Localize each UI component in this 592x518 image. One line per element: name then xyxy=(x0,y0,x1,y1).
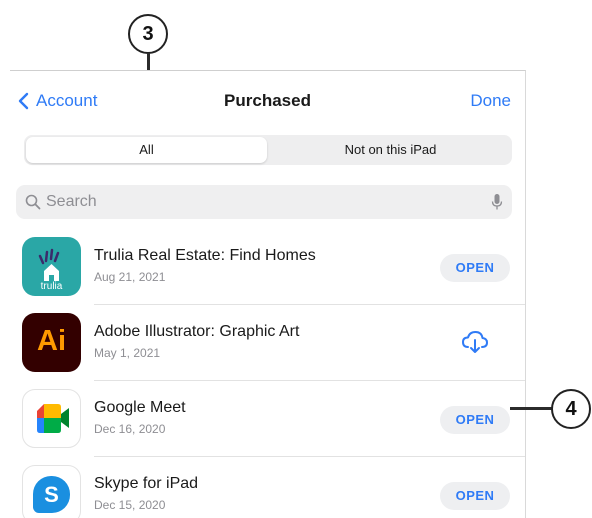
trulia-app-icon: trulia xyxy=(22,237,81,296)
microphone-icon[interactable] xyxy=(491,193,503,211)
app-name: Google Meet xyxy=(94,399,186,416)
app-date: Aug 21, 2021 xyxy=(94,270,166,284)
illustrator-logo-text: Ai xyxy=(37,325,66,357)
page-title: Purchased xyxy=(224,91,311,110)
segmented-control: All Not on this iPad xyxy=(24,135,512,165)
done-button[interactable]: Done xyxy=(470,91,511,111)
google-meet-logo-icon xyxy=(37,404,69,433)
search-field[interactable]: Search xyxy=(16,185,512,219)
skype-logo-icon: S xyxy=(33,476,70,513)
app-name: Trulia Real Estate: Find Homes xyxy=(94,247,316,264)
list-item[interactable]: S Skype for iPad Dec 15, 2020 OPEN xyxy=(10,457,525,518)
segment-all[interactable]: All xyxy=(26,137,267,163)
list-item[interactable]: Google Meet Dec 16, 2020 OPEN xyxy=(10,381,525,457)
callout-3: 3 xyxy=(128,14,168,54)
cloud-download-icon[interactable] xyxy=(460,327,490,357)
skype-app-icon: S xyxy=(22,465,81,518)
callout-4: 4 xyxy=(551,389,591,429)
list-item[interactable]: trulia Trulia Real Estate: Find Homes Au… xyxy=(10,229,525,305)
app-date: May 1, 2021 xyxy=(94,346,161,360)
search-placeholder: Search xyxy=(46,193,97,210)
skype-logo-text: S xyxy=(44,482,59,507)
google-meet-app-icon xyxy=(22,389,81,448)
open-button[interactable]: OPEN xyxy=(440,254,510,282)
app-name: Adobe Illustrator: Graphic Art xyxy=(94,323,300,340)
open-button[interactable]: OPEN xyxy=(440,482,510,510)
open-button[interactable]: OPEN xyxy=(440,406,510,434)
illustrator-app-icon: Ai xyxy=(22,313,81,372)
app-name: Skype for iPad xyxy=(94,475,199,492)
trulia-logo-text: trulia xyxy=(40,281,63,292)
app-date: Dec 16, 2020 xyxy=(94,422,166,436)
list-item[interactable]: Ai Adobe Illustrator: Graphic Art May 1,… xyxy=(10,305,525,381)
purchased-panel: Account Purchased Done All Not on this i… xyxy=(10,70,526,518)
segment-not-on-this-ipad[interactable]: Not on this iPad xyxy=(269,135,512,165)
app-date: Dec 15, 2020 xyxy=(94,498,166,512)
navigation-bar: Account Purchased Done xyxy=(10,71,525,127)
search-icon xyxy=(25,194,41,210)
callout-4-line xyxy=(510,407,555,410)
